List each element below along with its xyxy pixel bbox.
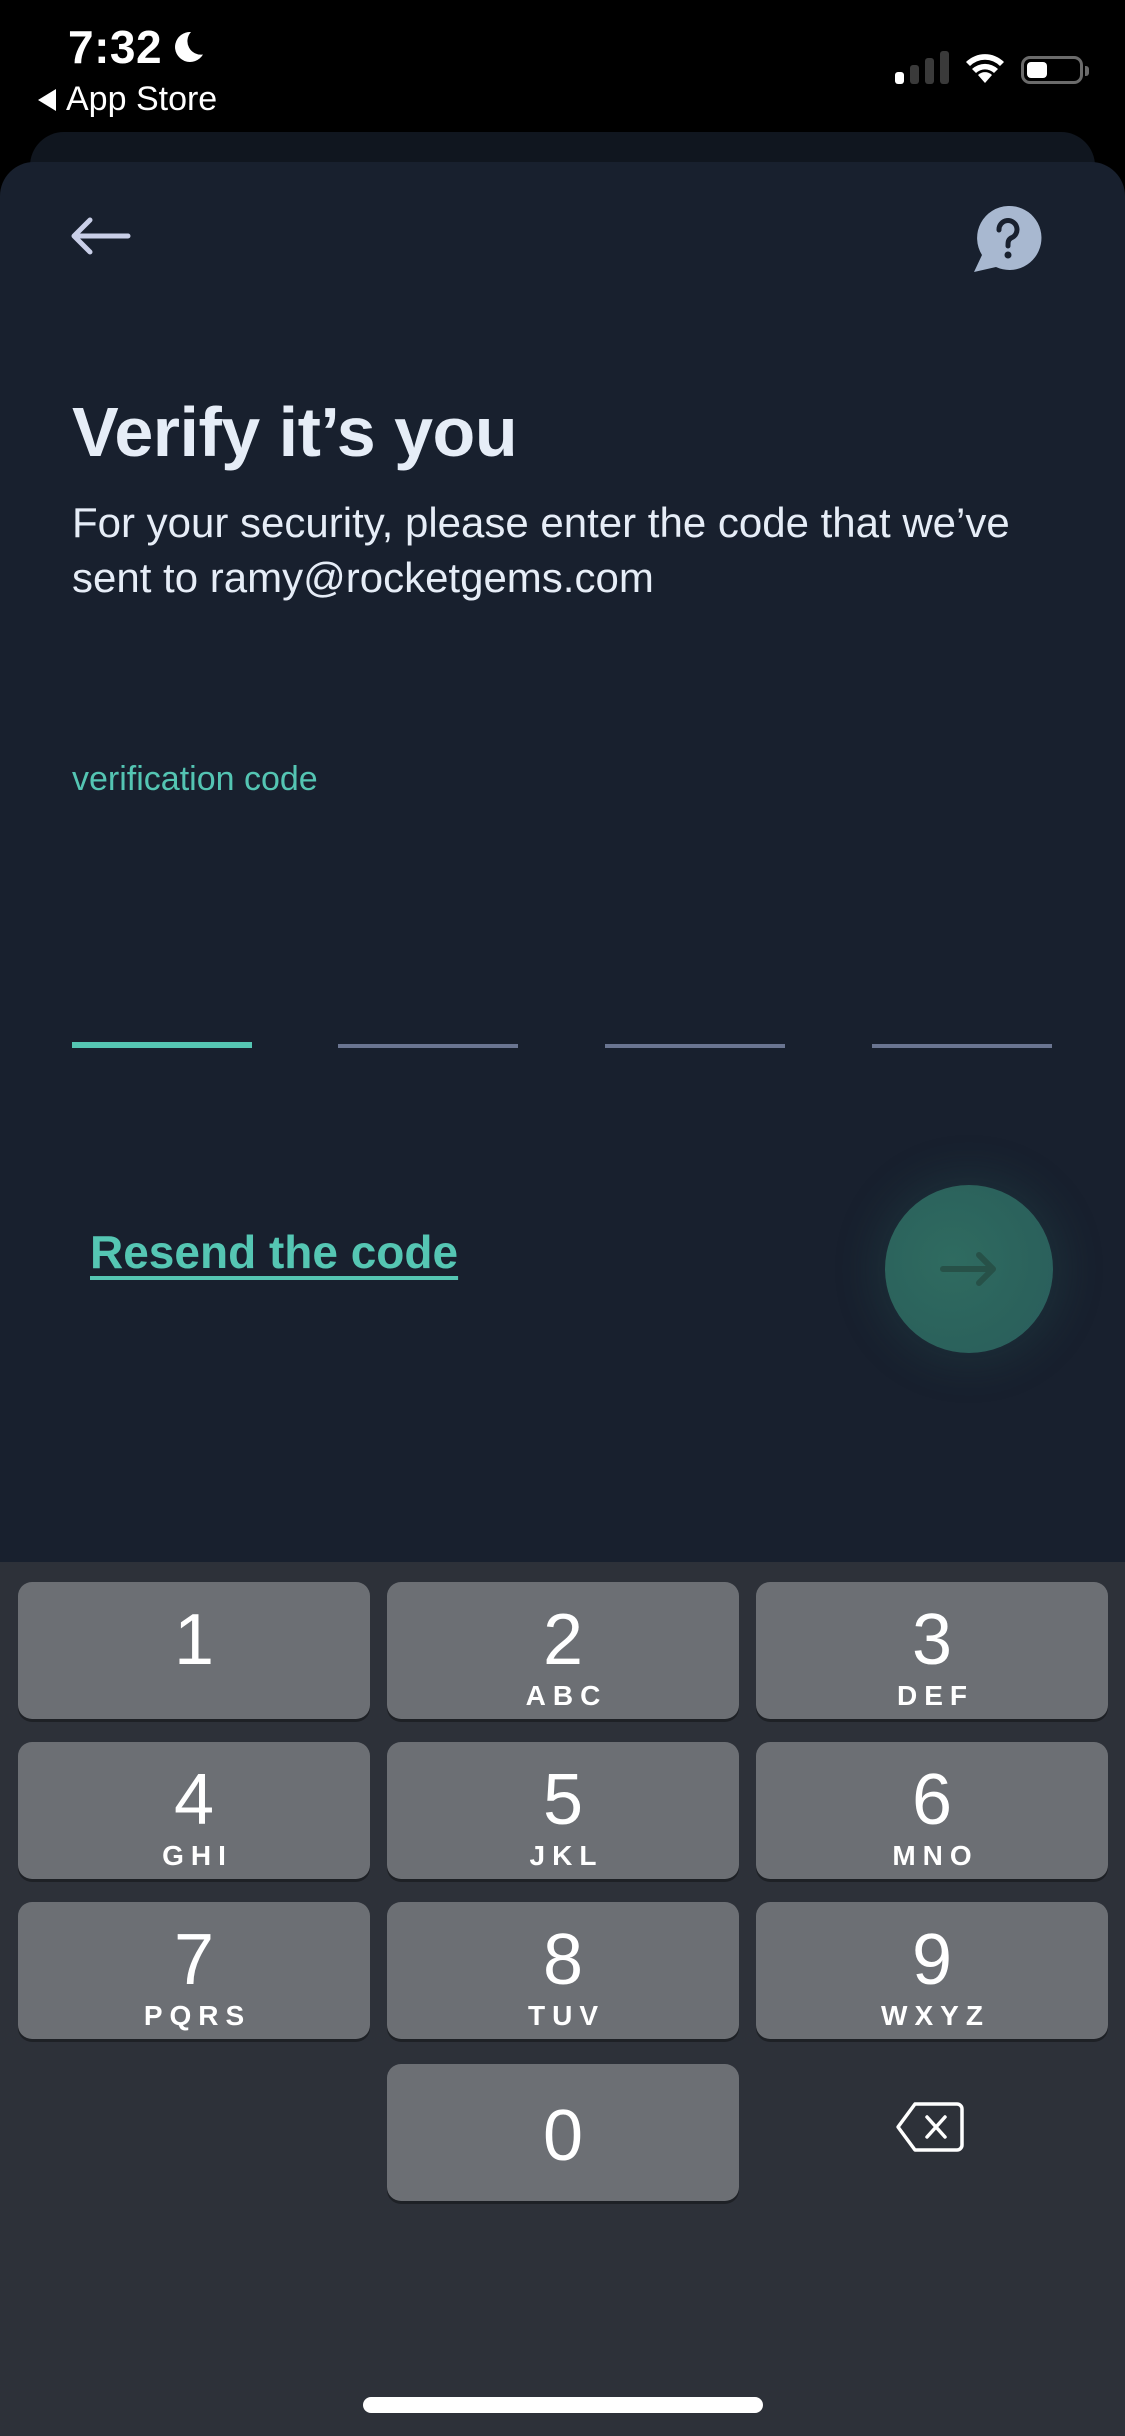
help-chat-bubble-icon <box>974 205 1042 272</box>
key-2[interactable]: 2 ABC <box>387 1582 739 1719</box>
key-number: 4 <box>173 1760 215 1840</box>
key-number: 3 <box>911 1600 953 1680</box>
moon-icon <box>175 31 204 62</box>
arrow-left-icon <box>71 217 131 255</box>
key-1[interactable]: 1 <box>18 1582 370 1719</box>
wifi-icon <box>966 54 1004 83</box>
key-5[interactable]: 5 JKL <box>387 1742 739 1879</box>
key-letters: PQRS <box>143 2000 252 2031</box>
status-indicators <box>895 50 1089 84</box>
signal-icon <box>895 50 949 84</box>
help-button[interactable] <box>968 200 1044 276</box>
key-number: 0 <box>542 2096 584 2176</box>
key-letters: ABC <box>525 1680 608 1711</box>
key-number: 6 <box>911 1760 953 1840</box>
code-slot[interactable] <box>72 1042 252 1048</box>
status-time: 7:32 <box>68 20 206 74</box>
resend-code-link[interactable]: Resend the code <box>90 1225 458 1279</box>
code-slot[interactable] <box>605 1044 785 1048</box>
key-letters: GHI <box>162 1840 233 1871</box>
key-number: 7 <box>173 1920 215 2000</box>
key-0[interactable]: 0 <box>387 2064 739 2201</box>
back-button[interactable] <box>64 208 144 268</box>
key-9[interactable]: 9 WXYZ <box>756 1902 1108 2039</box>
back-triangle-icon <box>38 88 56 111</box>
page-subtitle: For your security, please enter the code… <box>72 499 1010 601</box>
key-7[interactable]: 7 PQRS <box>18 1902 370 2039</box>
key-6[interactable]: 6 MNO <box>756 1742 1108 1879</box>
status-time-text: 7:32 <box>68 21 163 73</box>
back-to-app-store[interactable]: App Store <box>38 80 217 119</box>
code-slot[interactable] <box>872 1044 1052 1048</box>
key-3[interactable]: 3 DEF <box>756 1582 1108 1719</box>
page-title: Verify it’s you <box>72 393 518 471</box>
code-slot[interactable] <box>338 1044 518 1048</box>
verification-code-label: verification code <box>72 760 318 798</box>
key-number: 2 <box>542 1600 584 1680</box>
key-letters: MNO <box>892 1840 979 1871</box>
home-indicator[interactable] <box>363 2397 763 2413</box>
key-letters: WXYZ <box>881 2000 990 2031</box>
backspace-icon <box>896 2102 964 2152</box>
key-8[interactable]: 8 TUV <box>387 1902 739 2039</box>
key-number: 8 <box>542 1920 584 2000</box>
key-number: 5 <box>542 1760 584 1840</box>
key-number: 1 <box>173 1600 215 1680</box>
key-letters: TUV <box>528 2000 605 2031</box>
key-number: 9 <box>911 1920 953 2000</box>
back-app-label: App Store <box>66 80 218 118</box>
delete-key[interactable] <box>885 2092 975 2162</box>
key-letters: DEF <box>897 1680 974 1711</box>
key-letters: JKL <box>529 1840 604 1871</box>
submit-button[interactable] <box>885 1185 1053 1353</box>
arrow-right-icon <box>940 1252 996 1286</box>
battery-icon <box>1021 56 1089 84</box>
verification-code-input[interactable] <box>72 1036 1052 1048</box>
key-4[interactable]: 4 GHI <box>18 1742 370 1879</box>
